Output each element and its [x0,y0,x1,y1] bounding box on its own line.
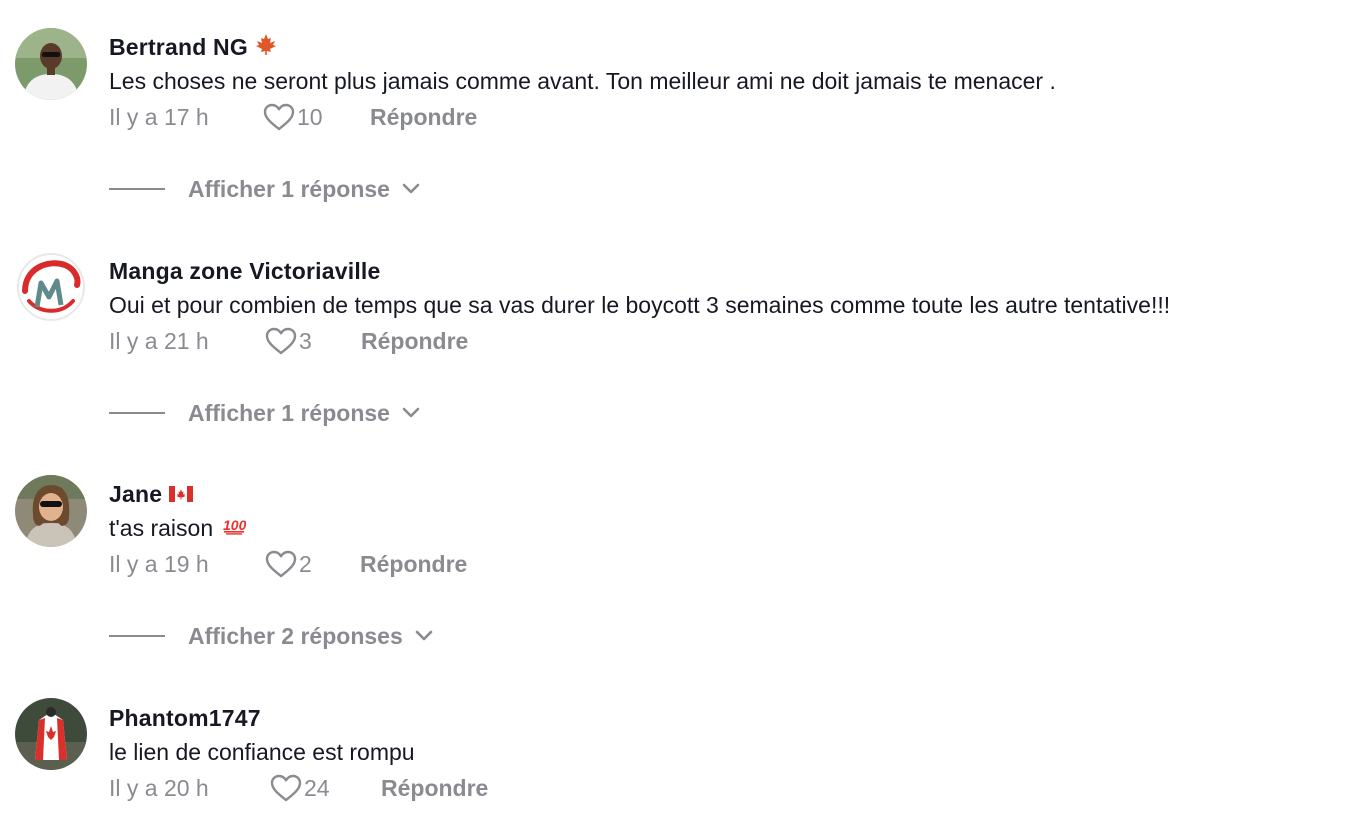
canada-flag-icon [169,480,194,508]
view-replies-button[interactable]: Afficher 2 réponses [109,621,433,651]
username-text: Manga zone Victoriaville [109,258,381,284]
heart-icon [265,327,297,355]
avatar[interactable] [15,28,87,100]
like-count: 10 [297,104,323,130]
avatar-manga-logo-icon [15,251,87,323]
comment-timestamp: Il y a 21 h [109,328,209,354]
username-text: Phantom1747 [109,705,261,731]
comment-text: Oui et pour combien de temps que sa vas … [109,292,1171,318]
comment-text-content: t'as raison [109,515,214,541]
like-count: 2 [299,551,312,577]
avatar[interactable] [15,475,87,547]
view-replies-label: Afficher 2 réponses [188,622,403,649]
reply-button[interactable]: Répondre [361,326,468,356]
chevron-down-icon [415,630,433,641]
reply-button[interactable]: Répondre [381,773,488,803]
chevron-down-icon [402,407,420,418]
maple-leaf-icon [255,33,277,61]
avatar-woman-sunglasses-icon [15,475,87,547]
comment-username[interactable]: Phantom1747 [109,704,261,732]
like-count: 24 [304,775,330,801]
comment-username[interactable]: Jane [109,480,194,510]
heart-icon [270,774,302,802]
heart-icon [263,103,295,131]
avatar-canada-flag-person-icon [15,698,87,770]
divider-line [109,412,165,414]
username-text: Bertrand NG [109,34,248,60]
like-count: 3 [299,328,312,354]
hundred-points-icon: 100 [222,512,247,542]
reply-button[interactable]: Répondre [370,102,477,132]
view-replies-button[interactable]: Afficher 1 réponse [109,398,420,428]
view-replies-label: Afficher 1 réponse [188,399,390,426]
comment-username[interactable]: Bertrand NG [109,33,277,63]
avatar-man-sunglasses-icon [15,28,87,100]
comment-timestamp: Il y a 19 h [109,551,209,577]
divider-line [109,635,165,637]
comment-timestamp: Il y a 20 h [109,775,209,801]
avatar[interactable] [15,698,87,770]
avatar[interactable] [15,251,87,323]
view-replies-button[interactable]: Afficher 1 réponse [109,174,420,204]
like-button[interactable]: 3 [265,326,312,356]
like-button[interactable]: 24 [270,773,330,803]
comment-timestamp: Il y a 17 h [109,104,209,130]
comment-text: Les choses ne seront plus jamais comme a… [109,68,1056,94]
comment-text: t'as raison 100 [109,512,247,545]
chevron-down-icon [402,183,420,194]
like-button[interactable]: 2 [265,549,312,579]
username-text: Jane [109,481,163,507]
view-replies-label: Afficher 1 réponse [188,175,390,202]
heart-icon [265,550,297,578]
like-button[interactable]: 10 [263,102,323,132]
comment-username[interactable]: Manga zone Victoriaville [109,257,381,285]
comment-text: le lien de confiance est rompu [109,739,415,765]
svg-text:100: 100 [223,517,246,533]
divider-line [109,188,165,190]
reply-button[interactable]: Répondre [360,549,467,579]
